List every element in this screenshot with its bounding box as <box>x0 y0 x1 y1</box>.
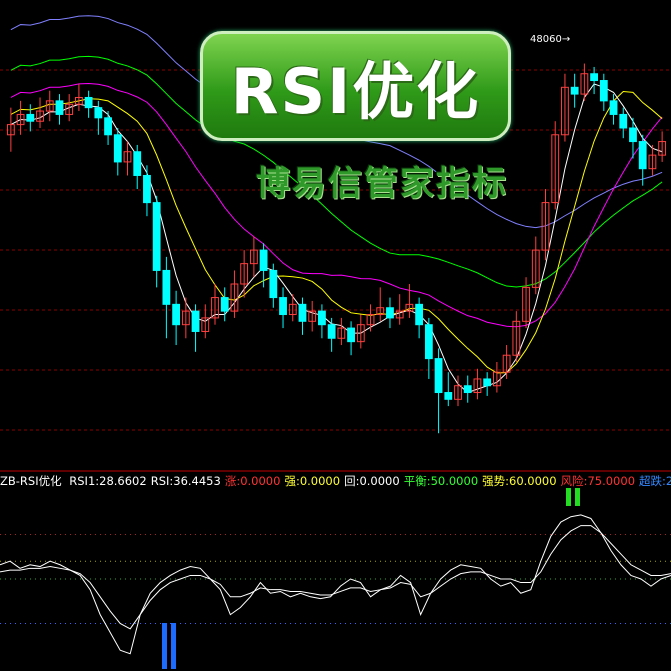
indicator-name: ZB-RSI优化 <box>0 474 62 488</box>
candle <box>133 151 142 176</box>
indicator-item: RSI:36.4453 <box>150 474 221 488</box>
candle <box>55 100 64 115</box>
indicator-item: RSI1:28.6602 <box>69 474 147 488</box>
indicator-header: ZB-RSI优化 RSI1:28.6602 RSI:36.4453 涨:0.0000… <box>0 473 671 489</box>
candle <box>415 303 424 326</box>
candle <box>327 324 336 339</box>
candle <box>143 174 151 204</box>
candle <box>318 310 326 326</box>
candle <box>386 307 394 319</box>
rsi-series-line <box>0 514 671 655</box>
candle <box>599 80 608 102</box>
candle <box>444 392 453 400</box>
title-banner: RSI优化 <box>200 31 511 141</box>
candle <box>629 127 637 143</box>
candle <box>259 249 268 271</box>
candle <box>463 385 472 394</box>
candle <box>590 73 598 82</box>
candle <box>483 378 492 387</box>
oversold-signal-bar <box>162 623 167 669</box>
peak-price-label: 48060→ <box>530 34 570 45</box>
overbought-signal-bar <box>575 488 580 506</box>
oversold-signal-bar <box>171 623 176 669</box>
indicator-item: 超跌:25. <box>639 474 671 488</box>
candle <box>570 86 579 95</box>
peak-price-value: 48060 <box>530 34 562 45</box>
candle <box>191 310 200 332</box>
candle <box>152 202 161 271</box>
candle <box>279 297 287 316</box>
indicator-item: 风险:75.0000 <box>560 474 636 488</box>
banner-title: RSI优化 <box>230 55 481 128</box>
peak-arrow-icon: → <box>561 34 571 45</box>
indicator-item: 平衡:50.0000 <box>403 474 479 488</box>
indicator-item: 强:0.0000 <box>284 474 341 488</box>
candle <box>609 100 618 115</box>
candle <box>162 269 171 305</box>
candle <box>84 96 93 109</box>
candle <box>347 327 355 343</box>
indicator-item: 涨:0.0000 <box>224 474 281 488</box>
candle <box>26 113 35 122</box>
candle <box>94 107 103 119</box>
indicator-item: 强势:60.0000 <box>482 474 557 488</box>
candle <box>434 358 443 394</box>
rsi-series-line <box>0 525 671 630</box>
candle <box>220 297 229 312</box>
candle <box>298 303 307 322</box>
candle <box>424 324 433 360</box>
overbought-signal-bar <box>566 488 571 506</box>
candle <box>104 117 112 136</box>
banner-subtitle: 博易信管家指标 <box>256 164 508 204</box>
candle <box>269 269 278 299</box>
chart-window: RSI优化 博易信管家指标 48060→ ZB-RSI优化 RSI1:28.66… <box>0 0 671 671</box>
candle <box>172 303 181 326</box>
candle <box>113 134 122 163</box>
candle <box>638 141 647 170</box>
indicator-item: 回:0.0000 <box>344 474 400 488</box>
candle <box>619 113 628 129</box>
